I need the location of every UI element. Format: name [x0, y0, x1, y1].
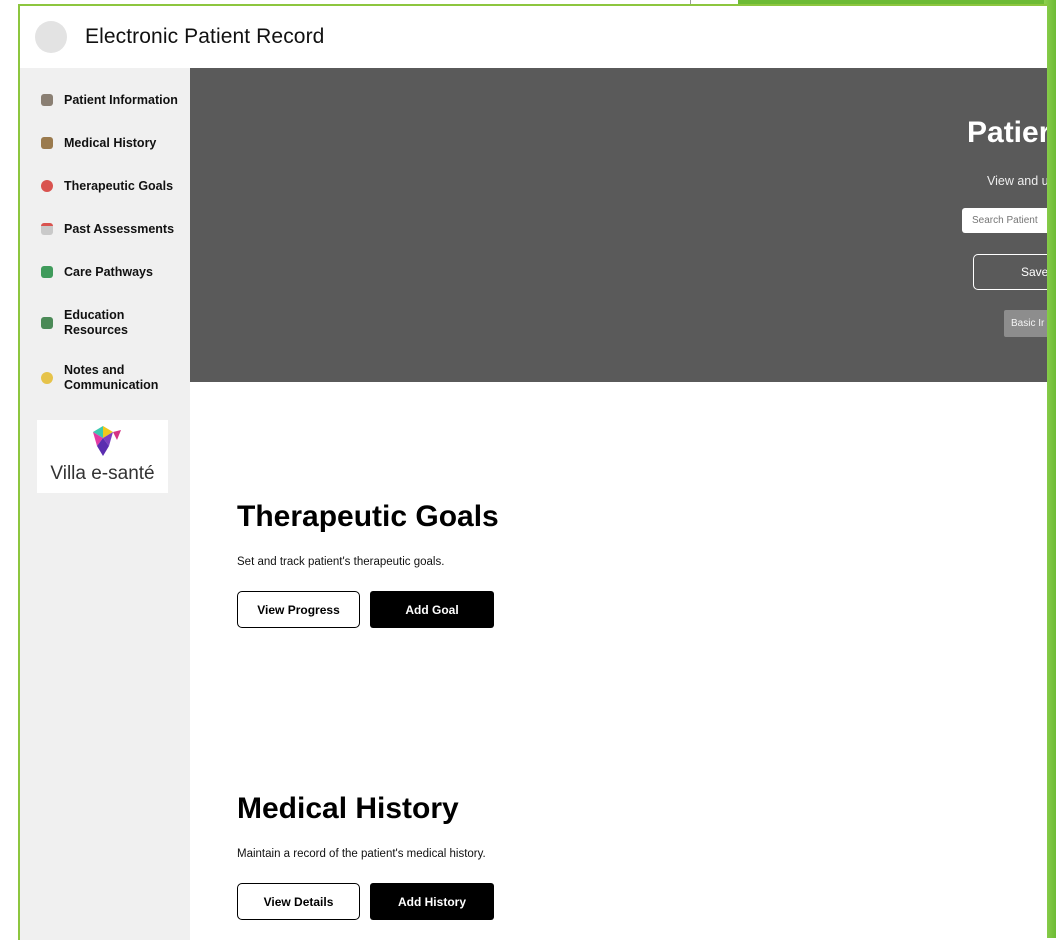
sidebar-item-care-pathways[interactable]: Care Pathways — [20, 260, 190, 284]
ambulance-icon — [41, 266, 53, 278]
sidebar-item-label: Medical History — [64, 135, 157, 150]
sidebar-item-past-assessments[interactable]: Past Assessments — [20, 217, 190, 241]
heart-logo-icon — [93, 426, 121, 456]
sidebar-item-notes-communication[interactable]: Notes and Communication — [20, 362, 190, 394]
view-progress-button[interactable]: View Progress — [237, 591, 360, 628]
add-history-button[interactable]: Add History — [370, 883, 494, 920]
add-goal-button[interactable]: Add Goal — [370, 591, 494, 628]
pen-icon — [41, 372, 53, 384]
scroll-icon — [41, 137, 53, 149]
hospital-icon — [41, 94, 53, 106]
app-title: Electronic Patient Record — [85, 25, 325, 48]
logo-text: Villa e-santé — [50, 463, 155, 484]
save-button[interactable]: Save — [973, 254, 1047, 290]
section-description: Set and track patient's therapeutic goal… — [237, 556, 445, 568]
section-description: Maintain a record of the patient's medic… — [237, 848, 486, 860]
sidebar-item-label: Notes and Communication — [64, 363, 159, 392]
sidebar: Patient Information Medical History Ther… — [20, 68, 190, 940]
sidebar-item-label: Care Pathways — [64, 264, 153, 279]
books-icon — [41, 317, 53, 329]
villa-e-sante-logo: Villa e-santé — [37, 420, 168, 493]
sidebar-item-therapeutic-goals[interactable]: Therapeutic Goals — [20, 174, 190, 198]
sidebar-item-education-resources[interactable]: Education Resources — [20, 307, 190, 339]
sidebar-item-medical-history[interactable]: Medical History — [20, 131, 190, 155]
calendar-icon — [41, 223, 53, 235]
hero-banner: Patier View and u Save Basic Ir — [190, 68, 1047, 382]
view-details-button[interactable]: View Details — [237, 883, 360, 920]
sidebar-item-label: Past Assessments — [64, 221, 175, 236]
top-bar: Electronic Patient Record — [20, 6, 1047, 68]
hero-title: Patier — [967, 116, 1047, 149]
app-window: Electronic Patient Record Patient Inform… — [18, 4, 1047, 940]
target-icon — [41, 180, 53, 192]
section-title-medical-history: Medical History — [237, 792, 459, 825]
basic-info-button[interactable]: Basic Ir — [1004, 310, 1047, 337]
avatar[interactable] — [35, 21, 67, 53]
sidebar-item-label: Education Resources — [64, 308, 128, 337]
sidebar-item-label: Patient Information — [64, 92, 178, 107]
section-title-therapeutic-goals: Therapeutic Goals — [237, 500, 499, 533]
sidebar-item-label: Therapeutic Goals — [64, 178, 174, 193]
sidebar-item-patient-information[interactable]: Patient Information — [20, 88, 190, 112]
search-patient-input[interactable] — [962, 208, 1047, 233]
hero-subtitle: View and u — [987, 174, 1047, 188]
